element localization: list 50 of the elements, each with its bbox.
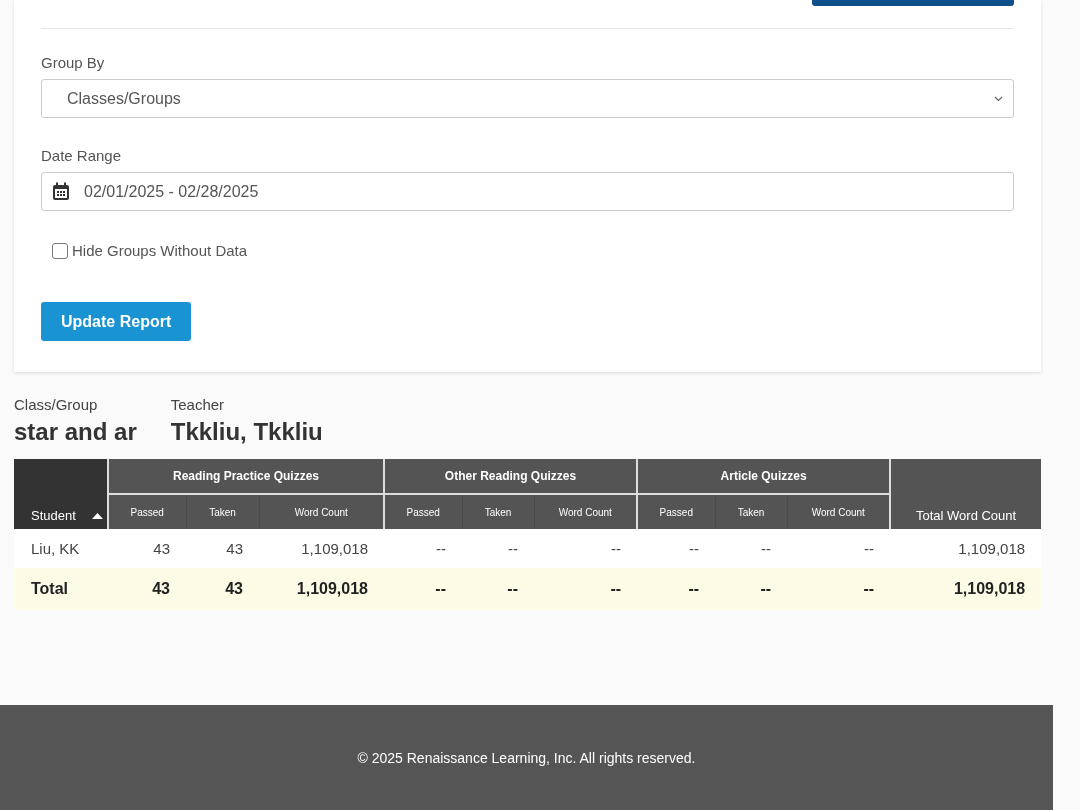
table-cell: 43	[186, 529, 259, 568]
column-header: Passed	[384, 494, 462, 529]
total-cell: 43	[108, 568, 186, 610]
field-label: Group By	[41, 54, 106, 71]
summary-value: Tkkliu, Tkkliu	[170, 418, 323, 446]
checkbox-label: Hide Groups Without Data	[72, 242, 248, 259]
column-header: Passed	[637, 494, 716, 529]
column-header[interactable]: Student	[14, 459, 108, 529]
column-header: Taken	[186, 494, 259, 529]
table-cell: --	[637, 529, 716, 568]
sort-up-icon	[92, 512, 103, 519]
table-cell: 43	[108, 529, 186, 568]
chevron-down-icon	[994, 95, 1003, 102]
column-header: Taken	[462, 494, 534, 529]
column-header: Taken	[715, 494, 788, 529]
column-header: Word Count	[787, 494, 891, 529]
group-header: Reading Practice Quizzes	[108, 459, 384, 494]
group-by-dropdown[interactable]: Classes/Groups	[41, 79, 1014, 118]
group-header: Article Quizzes	[637, 459, 891, 494]
total-cell: Total	[14, 568, 108, 610]
summary-label: Class/Group	[14, 396, 99, 413]
table-cell: --	[462, 529, 534, 568]
table-cell: --	[534, 529, 638, 568]
field-label: Date Range	[41, 147, 123, 164]
calendar-icon	[52, 182, 70, 201]
total-cell: --	[787, 568, 891, 610]
total-cell: --	[384, 568, 462, 610]
table-cell: 1,109,018	[259, 529, 384, 568]
total-cell: 43	[186, 568, 259, 610]
total-cell: --	[462, 568, 534, 610]
table-cell: --	[715, 529, 788, 568]
total-cell: 1,109,018	[890, 568, 1042, 610]
table-cell: --	[787, 529, 891, 568]
copyright-text: © 2025 Renaissance Learning, Inc. All rights reserved.	[357, 749, 696, 766]
column-header: Passed	[108, 494, 186, 529]
column-header: Total Word Count	[890, 459, 1042, 529]
table-cell: Liu, KK	[14, 529, 108, 568]
column-header: Word Count	[259, 494, 384, 529]
total-cell: 1,109,018	[259, 568, 384, 610]
summary-value: star and ar	[14, 418, 137, 446]
checkbox[interactable]	[52, 242, 68, 259]
total-cell: --	[715, 568, 788, 610]
column-header: Word Count	[534, 494, 638, 529]
group-header: Other Reading Quizzes	[384, 459, 638, 494]
summary-label: Teacher	[170, 396, 226, 413]
table-cell: 1,109,018	[890, 529, 1042, 568]
date-range-field[interactable]: 02/01/2025 - 02/28/2025	[41, 172, 1014, 211]
total-cell: --	[637, 568, 716, 610]
total-cell: --	[534, 568, 638, 610]
table-cell: --	[384, 529, 462, 568]
